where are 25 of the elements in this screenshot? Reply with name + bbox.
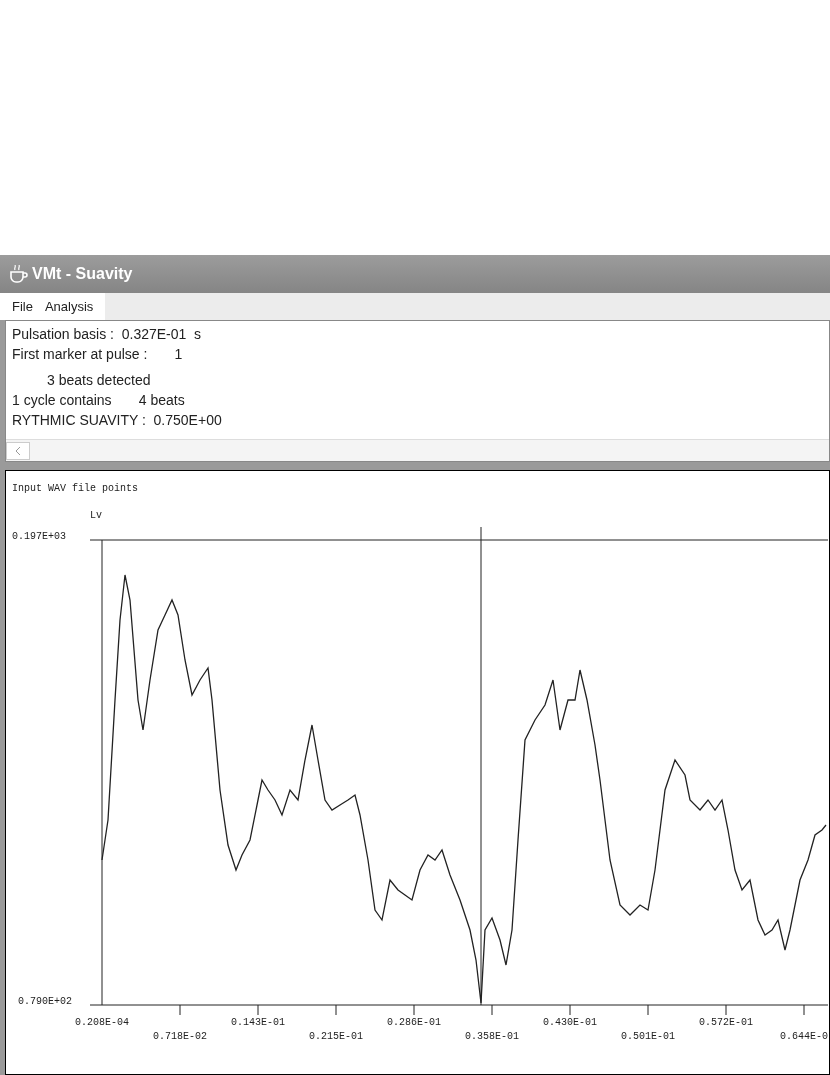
axis-tick-label: 0.501E-01: [621, 1031, 675, 1043]
axis-tick-label: 0.430E-01: [543, 1017, 597, 1029]
axis-tick-label: 0.215E-01: [309, 1031, 363, 1043]
menu-item[interactable]: File: [12, 296, 33, 317]
axis-tick-label: 0.208E-04: [75, 1017, 129, 1029]
menu-item[interactable]: Analysis: [44, 296, 94, 317]
axis-tick-label: 0.197E+03: [12, 531, 66, 543]
result-text: 3 beats detected: [47, 372, 151, 388]
axis-tick-label: 0.143E-01: [231, 1017, 285, 1029]
axis-tick-label: 0.644E-0: [780, 1031, 828, 1043]
axis-tick-label: 0.790E+02: [18, 996, 72, 1008]
axis-tick-label: 0.286E-01: [387, 1017, 441, 1029]
scroll-left-button[interactable]: [6, 441, 30, 460]
cup-icon: [8, 265, 28, 283]
result-text: 1 cycle contains 4 beats: [12, 392, 185, 408]
axis-tick-label: 0.718E-02: [153, 1031, 207, 1043]
window-title: VMt - Suavity: [32, 264, 133, 284]
plot-title: Input WAV file points: [12, 483, 139, 495]
result-text: Pulsation basis : 0.327E-01 s: [12, 326, 202, 342]
result-text: First marker at pulse : 1: [12, 346, 183, 362]
axis-tick-label: 0.358E-01: [465, 1031, 519, 1043]
axis-label: Lv: [90, 510, 102, 522]
axis-tick-label: 0.572E-01: [699, 1017, 753, 1029]
horizontal-scrollbar[interactable]: [6, 439, 829, 461]
result-text: RYTHMIC SUAVITY : 0.750E+00: [12, 412, 222, 428]
